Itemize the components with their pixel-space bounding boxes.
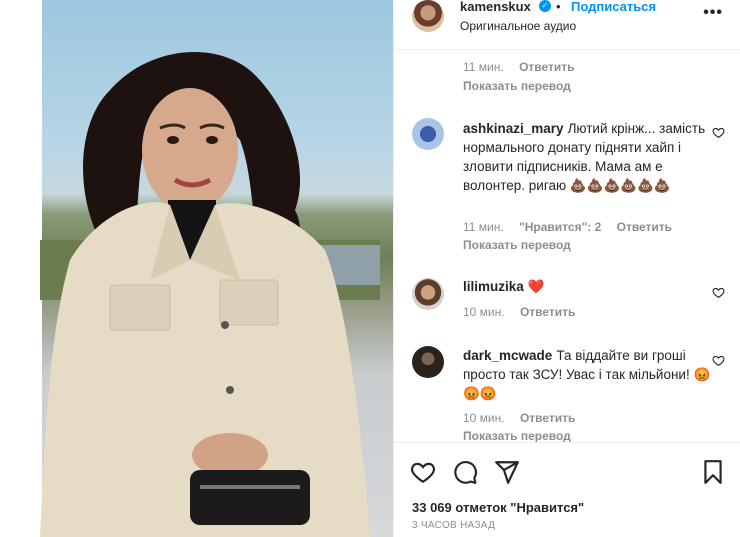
follow-button[interactable]: Подписаться bbox=[571, 0, 656, 14]
reply-button[interactable]: Ответить bbox=[519, 60, 574, 74]
commenter-avatar[interactable] bbox=[412, 346, 444, 378]
reply-button[interactable]: Ответить bbox=[617, 220, 672, 234]
woman-in-jacket-image bbox=[40, 52, 380, 537]
separator-dot: • bbox=[556, 0, 561, 14]
heart-icon[interactable] bbox=[410, 459, 436, 485]
show-translation-button[interactable]: Показать перевод bbox=[463, 79, 571, 93]
comment-username[interactable]: lilimuzika bbox=[463, 279, 524, 294]
comment-meta: 11 мин. "Нравится": 2 Ответить bbox=[463, 220, 684, 234]
comment-time: 11 мин. bbox=[463, 60, 504, 74]
commenter-avatar[interactable] bbox=[412, 278, 444, 310]
post-actions: 33 069 отметок "Нравится" 3 ЧАСОВ НАЗАД bbox=[394, 442, 740, 537]
like-count[interactable]: 33 069 отметок "Нравится" bbox=[412, 500, 584, 515]
comment-text: ❤️ bbox=[527, 279, 545, 294]
reply-button[interactable]: Ответить bbox=[520, 305, 575, 319]
post-media[interactable] bbox=[0, 0, 393, 537]
comment-username[interactable]: ashkinazi_mary bbox=[463, 121, 564, 136]
commenter-avatar[interactable] bbox=[412, 118, 444, 150]
post-timestamp: 3 ЧАСОВ НАЗАД bbox=[412, 520, 496, 531]
comment-item: ashkinazi_mary Лютий крінж... замість нор… bbox=[463, 119, 713, 195]
comment-username[interactable]: dark_mcwade bbox=[463, 348, 552, 363]
like-comment-heart-icon[interactable] bbox=[712, 286, 725, 299]
reply-button[interactable]: Ответить bbox=[520, 411, 575, 425]
comment-item: dark_mcwade Та віддайте ви гроші просто т… bbox=[463, 346, 713, 403]
show-translation-button[interactable]: Показать перевод bbox=[463, 238, 571, 252]
share-icon[interactable] bbox=[494, 459, 520, 485]
comment-meta: 10 мин. Ответить bbox=[463, 411, 587, 425]
more-options-icon[interactable]: ••• bbox=[703, 4, 723, 22]
like-comment-heart-icon[interactable] bbox=[712, 126, 725, 139]
author-avatar[interactable] bbox=[412, 0, 444, 32]
author-username[interactable]: kamenskux bbox=[460, 0, 531, 14]
comment-meta: 10 мин. Ответить bbox=[463, 305, 587, 319]
post-header: kamenskux ✓ • Подписаться Оригинальное а… bbox=[394, 0, 740, 50]
comment-likes[interactable]: "Нравится": 2 bbox=[519, 220, 601, 234]
post-sidebar: kamenskux ✓ • Подписаться Оригинальное а… bbox=[393, 0, 740, 537]
comment-icon[interactable] bbox=[452, 459, 478, 485]
like-comment-heart-icon[interactable] bbox=[712, 354, 725, 367]
verified-badge-icon: ✓ bbox=[539, 0, 551, 12]
comment-time: 10 мин. bbox=[463, 305, 505, 319]
comment-time: 11 мин. bbox=[463, 220, 504, 234]
audio-label[interactable]: Оригинальное аудио bbox=[460, 19, 576, 33]
comment-time: 10 мин. bbox=[463, 411, 505, 425]
comment-meta: 11 мин. Ответить bbox=[463, 60, 587, 74]
media-left-margin bbox=[0, 0, 42, 537]
bookmark-icon[interactable] bbox=[700, 459, 726, 485]
comments-list[interactable]: 11 мин. Ответить Показать перевод ashkin… bbox=[394, 50, 740, 442]
show-translation-button[interactable]: Показать перевод bbox=[463, 429, 571, 442]
comment-item: lilimuzika ❤️ bbox=[463, 277, 713, 296]
